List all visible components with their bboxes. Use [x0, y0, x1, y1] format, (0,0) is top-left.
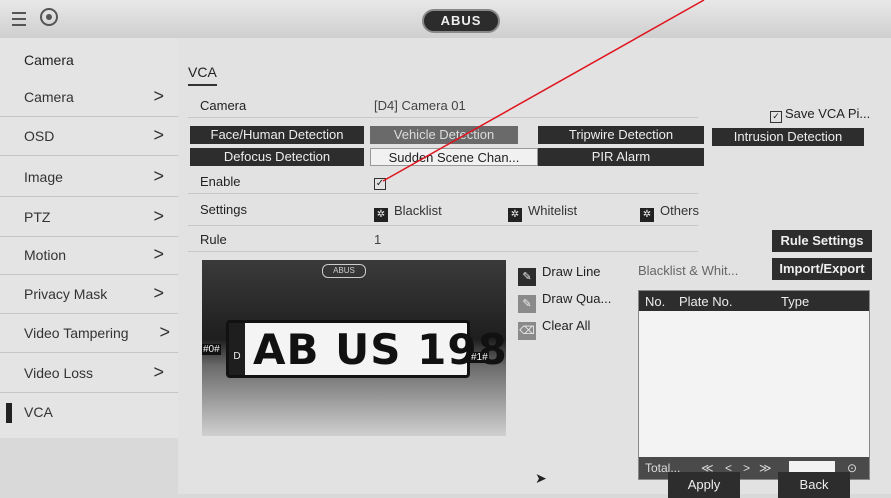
- intrusion-detection-button[interactable]: Intrusion Detection: [712, 128, 864, 146]
- mouse-cursor-icon: ➤: [535, 470, 547, 486]
- chevron-right-icon: >: [153, 283, 164, 303]
- brand-logo: ABUS: [422, 9, 500, 33]
- sidebar-item-vca[interactable]: VCA: [0, 393, 178, 432]
- gear-icon: ✲: [640, 208, 654, 222]
- sidebar-item-label: PTZ: [24, 209, 51, 225]
- apply-button[interactable]: Apply: [668, 472, 740, 498]
- save-vca-label: Save VCA Pi...: [785, 106, 871, 121]
- camera-select[interactable]: [D4] Camera 01: [374, 98, 466, 113]
- last-page-button[interactable]: ≫: [759, 461, 772, 475]
- sidebar-item-label: Video Tampering: [24, 325, 129, 341]
- sidebar-item-camera[interactable]: Camera >: [0, 78, 178, 117]
- clear-all-button[interactable]: ⌫ Clear All: [518, 318, 590, 340]
- chevron-right-icon: >: [153, 86, 164, 106]
- sidebar-item-privacy-mask[interactable]: Privacy Mask >: [0, 275, 178, 314]
- pencil-icon: ✎: [518, 268, 536, 286]
- vehicle-detection-button[interactable]: Vehicle Detection: [370, 126, 518, 144]
- car-badge-logo: ABUS: [322, 264, 366, 278]
- settings-label: Settings: [200, 202, 247, 217]
- column-header-type: Type: [781, 294, 810, 309]
- draw-quadrilateral-label: Draw Qua...: [542, 291, 612, 306]
- sidebar-item-label: Camera: [24, 89, 74, 105]
- sidebar-item-motion[interactable]: Motion >: [0, 236, 178, 275]
- license-plate: D AB US 1989: [226, 320, 506, 378]
- checkbox-checked-icon: ✓: [770, 111, 782, 123]
- sidebar-item-label: Video Loss: [24, 365, 94, 381]
- sidebar-item-ptz[interactable]: PTZ >: [0, 198, 178, 237]
- camera-label: Camera: [200, 98, 247, 113]
- camera-row: Camera [D4] Camera 01: [188, 94, 698, 118]
- sidebar-item-label: Privacy Mask: [24, 286, 108, 302]
- others-option[interactable]: ✲ Others: [640, 203, 699, 222]
- enable-label: Enable: [200, 174, 241, 189]
- chevron-right-icon: >: [153, 244, 164, 264]
- rule-tag-a: #0#: [202, 344, 221, 355]
- settings-row: Settings: [188, 198, 698, 226]
- sidebar-item-osd[interactable]: OSD >: [0, 117, 178, 156]
- sidebar: Camera Camera > OSD > Image > PTZ > Moti…: [0, 38, 178, 438]
- sidebar-item-video-loss[interactable]: Video Loss >: [0, 354, 178, 393]
- camera-preview[interactable]: ABUS D AB US 1989 #0# #1#: [202, 260, 506, 436]
- sidebar-item-video-tampering[interactable]: Video Tampering >: [0, 314, 178, 353]
- rule-row: Rule 1: [188, 228, 698, 252]
- plate-number: AB US 1989: [253, 325, 506, 374]
- defocus-detection-button[interactable]: Defocus Detection: [190, 148, 364, 166]
- import-export-button[interactable]: Import/Export: [772, 258, 872, 280]
- sidebar-item-label: OSD: [24, 128, 55, 144]
- rule-label: Rule: [200, 232, 227, 247]
- rule-settings-button[interactable]: Rule Settings: [772, 230, 872, 252]
- sidebar-item-label: Image: [24, 169, 63, 185]
- save-vca-picture-checkbox[interactable]: ✓ Save VCA Pi...: [770, 106, 871, 123]
- tab-vca[interactable]: VCA: [188, 64, 217, 86]
- gear-icon: ✲: [374, 208, 388, 222]
- active-indicator: [6, 403, 12, 423]
- back-button[interactable]: Back: [778, 472, 850, 498]
- whitelist-option[interactable]: ✲ Whitelist: [508, 203, 577, 222]
- column-header-plate-no: Plate No.: [679, 294, 733, 309]
- top-bar: ABUS: [0, 0, 891, 39]
- chevron-right-icon: >: [153, 206, 164, 226]
- enable-row: Enable: [188, 170, 698, 194]
- blacklist-option[interactable]: ✲ Blacklist: [374, 203, 442, 222]
- list-title: Blacklist & Whit...: [638, 263, 739, 278]
- sidebar-item-label: Motion: [24, 247, 67, 263]
- blacklist-label: Blacklist: [394, 203, 442, 218]
- enable-checkbox[interactable]: ✓: [374, 178, 386, 190]
- main-panel: VCA Camera [D4] Camera 01 ✓ Save VCA Pi..…: [178, 38, 891, 498]
- table-header: No. Plate No. Type: [639, 291, 869, 311]
- live-view-icon[interactable]: [40, 8, 58, 26]
- others-label: Others: [660, 203, 700, 218]
- sidebar-item-label: VCA: [24, 404, 53, 420]
- plate-country-band: D: [229, 323, 245, 375]
- next-page-button[interactable]: >: [743, 461, 750, 475]
- chevron-right-icon: >: [153, 166, 164, 186]
- whitelist-label: Whitelist: [528, 203, 578, 218]
- gear-icon: ✲: [508, 208, 522, 222]
- chevron-right-icon: >: [153, 362, 164, 382]
- tripwire-detection-button[interactable]: Tripwire Detection: [538, 126, 704, 144]
- column-header-no: No.: [645, 294, 666, 309]
- sidebar-item-image[interactable]: Image >: [0, 158, 178, 197]
- chevron-right-icon: >: [153, 125, 164, 145]
- face-human-detection-button[interactable]: Face/Human Detection: [190, 126, 364, 144]
- edit-icon: ✎: [518, 295, 536, 313]
- plate-list-table[interactable]: No. Plate No. Type Total... ≪ < > ≫ ⊙: [638, 290, 870, 480]
- draw-line-button[interactable]: ✎ Draw Line: [518, 264, 601, 286]
- sudden-scene-change-button[interactable]: Sudden Scene Chan...: [370, 148, 538, 166]
- clear-all-label: Clear All: [542, 318, 591, 333]
- pir-alarm-button[interactable]: PIR Alarm: [538, 148, 704, 166]
- menu-icon[interactable]: [12, 12, 26, 26]
- draw-line-label: Draw Line: [542, 264, 601, 279]
- chevron-right-icon: >: [159, 322, 170, 342]
- sidebar-title: Camera: [24, 52, 74, 68]
- draw-quadrilateral-button[interactable]: ✎ Draw Qua...: [518, 291, 611, 313]
- rule-tag-b: #1#: [470, 352, 489, 363]
- rule-value[interactable]: 1: [374, 232, 381, 247]
- clear-icon: ⌫: [518, 322, 536, 340]
